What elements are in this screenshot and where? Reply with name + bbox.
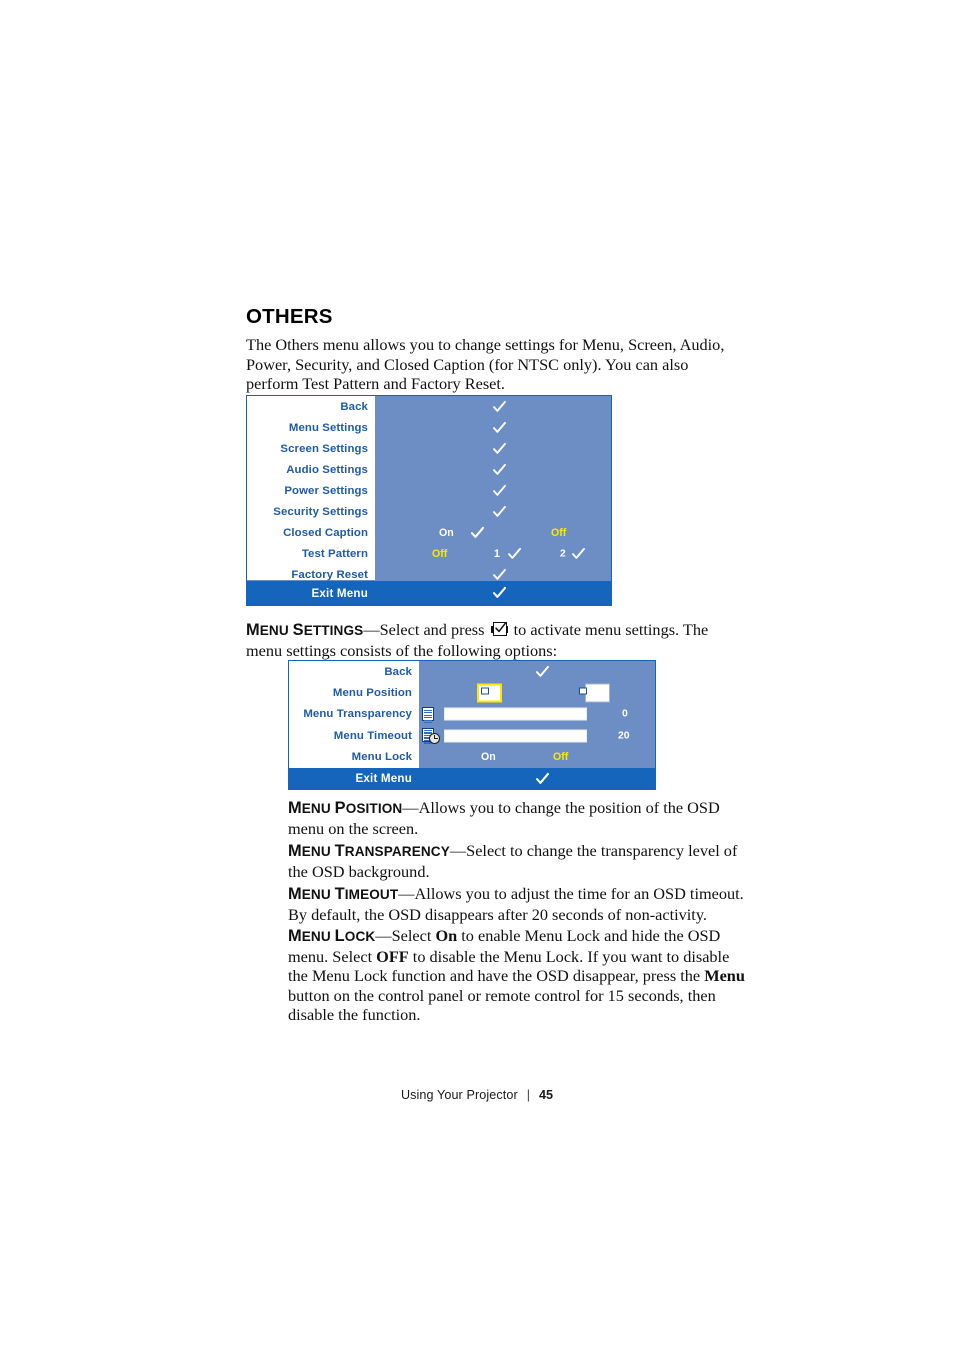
menu-lock-on-option[interactable]: On — [481, 751, 496, 763]
osd-row-value — [419, 661, 655, 682]
check-icon — [492, 462, 507, 477]
timeout-slider[interactable] — [444, 729, 587, 743]
osd-row-menu-settings[interactable]: Menu Settings — [247, 417, 611, 438]
osd-row-label: Back — [340, 400, 368, 413]
osd-row-label: Menu Lock — [351, 751, 412, 764]
osd-row-label: Menu Position — [332, 687, 412, 700]
check-icon — [492, 441, 507, 456]
desc-menu-timeout: MENU TIMEOUT—Allows you to adjust the ti… — [288, 884, 748, 924]
checkbox-enter-icon — [490, 622, 508, 637]
check-icon — [470, 526, 485, 541]
osd-row-label: Back — [384, 665, 412, 678]
term-menu-position: MENU POSITION — [288, 799, 403, 817]
page-footer: Using Your Projector | 45 — [0, 1088, 954, 1102]
osd-row-label: Power Settings — [284, 484, 368, 497]
menu-lock-seg1: —Select — [375, 926, 436, 945]
check-icon — [492, 586, 507, 601]
desc-menu-lock: MENU LOCK—Select On to enable Menu Lock … — [288, 926, 748, 1025]
menu-lock-seg4: button on the control panel or remote co… — [288, 985, 716, 1025]
menu-settings-lead-paragraph: MENU SETTINGS—Select and press to activa… — [246, 620, 746, 660]
osd-menu-settings-menu[interactable]: Back Menu Position Menu Transparency 0 M… — [288, 660, 656, 790]
closed-caption-on-option[interactable]: On — [439, 527, 454, 539]
osd-exit-label: Exit Menu — [355, 772, 412, 785]
osd-row-value: Off 1 2 — [375, 544, 611, 565]
osd-row-back[interactable]: Back — [289, 661, 655, 682]
osd-row-label: Security Settings — [273, 506, 368, 519]
osd-row-security-settings[interactable]: Security Settings — [247, 501, 611, 522]
check-icon — [492, 483, 507, 498]
osd-row-label: Closed Caption — [283, 527, 368, 540]
test-pattern-off-option[interactable]: Off — [432, 548, 447, 560]
osd-row-label: Screen Settings — [280, 442, 368, 455]
osd-row-closed-caption[interactable]: Closed Caption On Off — [247, 523, 611, 544]
osd-row-value — [375, 438, 611, 459]
term-menu-lock: MENU LOCK — [288, 927, 376, 945]
footer-page-number: 45 — [539, 1088, 554, 1102]
check-icon — [492, 420, 507, 435]
timeout-clock-icon — [422, 727, 441, 744]
osd-row-audio-settings[interactable]: Audio Settings — [247, 459, 611, 480]
term-menu-timeout: MENU TIMEOUT — [288, 885, 399, 903]
osd-row-screen-settings[interactable]: Screen Settings — [247, 438, 611, 459]
osd-exit-label: Exit Menu — [311, 586, 368, 600]
timeout-value: 20 — [618, 730, 630, 742]
check-icon — [571, 547, 586, 562]
check-icon — [507, 547, 522, 562]
osd-row-test-pattern[interactable]: Test Pattern Off 1 2 — [247, 544, 611, 565]
document-page: OTHERS The Others menu allows you to cha… — [0, 0, 954, 1351]
intro-paragraph: The Others menu allows you to change set… — [246, 335, 725, 393]
osd-row-value: On Off — [375, 523, 611, 544]
osd-row-value — [375, 396, 611, 417]
osd-row-value — [375, 501, 611, 522]
test-pattern-1-option[interactable]: 1 — [494, 548, 500, 560]
osd-row-value: 0 — [419, 704, 655, 725]
osd-row-label: Audio Settings — [286, 463, 368, 476]
osd-row-menu-position[interactable]: Menu Position — [289, 682, 655, 703]
term-menu-settings: MENU SETTINGS — [246, 621, 364, 639]
check-icon — [492, 568, 507, 583]
osd-exit-value — [419, 768, 655, 789]
osd-row-label: Test Pattern — [301, 548, 368, 561]
term-menu-transparency: MENU TRANSPARENCY — [288, 842, 450, 860]
desc-menu-position: MENU POSITION—Allows you to change the p… — [288, 798, 748, 838]
closed-caption-off-option[interactable]: Off — [551, 527, 566, 539]
osd-row-value — [419, 682, 655, 703]
osd-row-value — [375, 565, 611, 586]
menu-lock-bold-on: On — [435, 926, 458, 945]
osd-row-label: Factory Reset — [291, 569, 368, 582]
menu-lock-off-option[interactable]: Off — [553, 751, 568, 763]
osd-row-value — [375, 480, 611, 501]
footer-separator: | — [526, 1088, 531, 1102]
test-pattern-2-option[interactable]: 2 — [560, 549, 566, 560]
osd-others-menu[interactable]: Back Menu Settings Screen Settings Audio… — [246, 395, 612, 606]
menu-position-top-right-icon[interactable] — [579, 683, 610, 703]
check-icon — [535, 664, 550, 679]
check-icon — [492, 399, 507, 414]
page-title: OTHERS — [246, 305, 333, 328]
osd-row-label: Menu Transparency — [303, 708, 412, 721]
transparency-value: 0 — [622, 708, 628, 720]
osd-row-value — [375, 417, 611, 438]
footer-label: Using Your Projector — [400, 1088, 518, 1102]
osd-row-back[interactable]: Back — [247, 396, 611, 417]
osd-row-label: Menu Settings — [288, 421, 368, 434]
osd-row-label: Menu Timeout — [333, 729, 412, 742]
transparency-slider[interactable] — [444, 707, 587, 721]
osd-row-value — [375, 459, 611, 480]
check-icon — [492, 505, 507, 520]
lead-text-before-icon: —Select and press — [363, 620, 489, 639]
osd-row-value: 20 — [419, 725, 655, 746]
osd-row-menu-transparency[interactable]: Menu Transparency 0 — [289, 704, 655, 725]
osd-row-value: On Off — [419, 747, 655, 768]
menu-position-top-left-icon[interactable] — [477, 683, 502, 703]
osd-row-power-settings[interactable]: Power Settings — [247, 480, 611, 501]
menu-lock-bold-off: OFF — [376, 946, 409, 966]
desc-menu-transparency: MENU TRANSPARENCY—Select to change the t… — [288, 841, 748, 881]
osd-exit-menu-bar[interactable]: Exit Menu — [289, 768, 655, 789]
osd-row-menu-lock[interactable]: Menu Lock On Off — [289, 747, 655, 768]
osd-row-menu-timeout[interactable]: Menu Timeout 20 — [289, 725, 655, 746]
check-icon — [535, 771, 550, 786]
transparency-icon — [422, 707, 434, 724]
menu-lock-bold-menu: Menu — [704, 966, 745, 985]
